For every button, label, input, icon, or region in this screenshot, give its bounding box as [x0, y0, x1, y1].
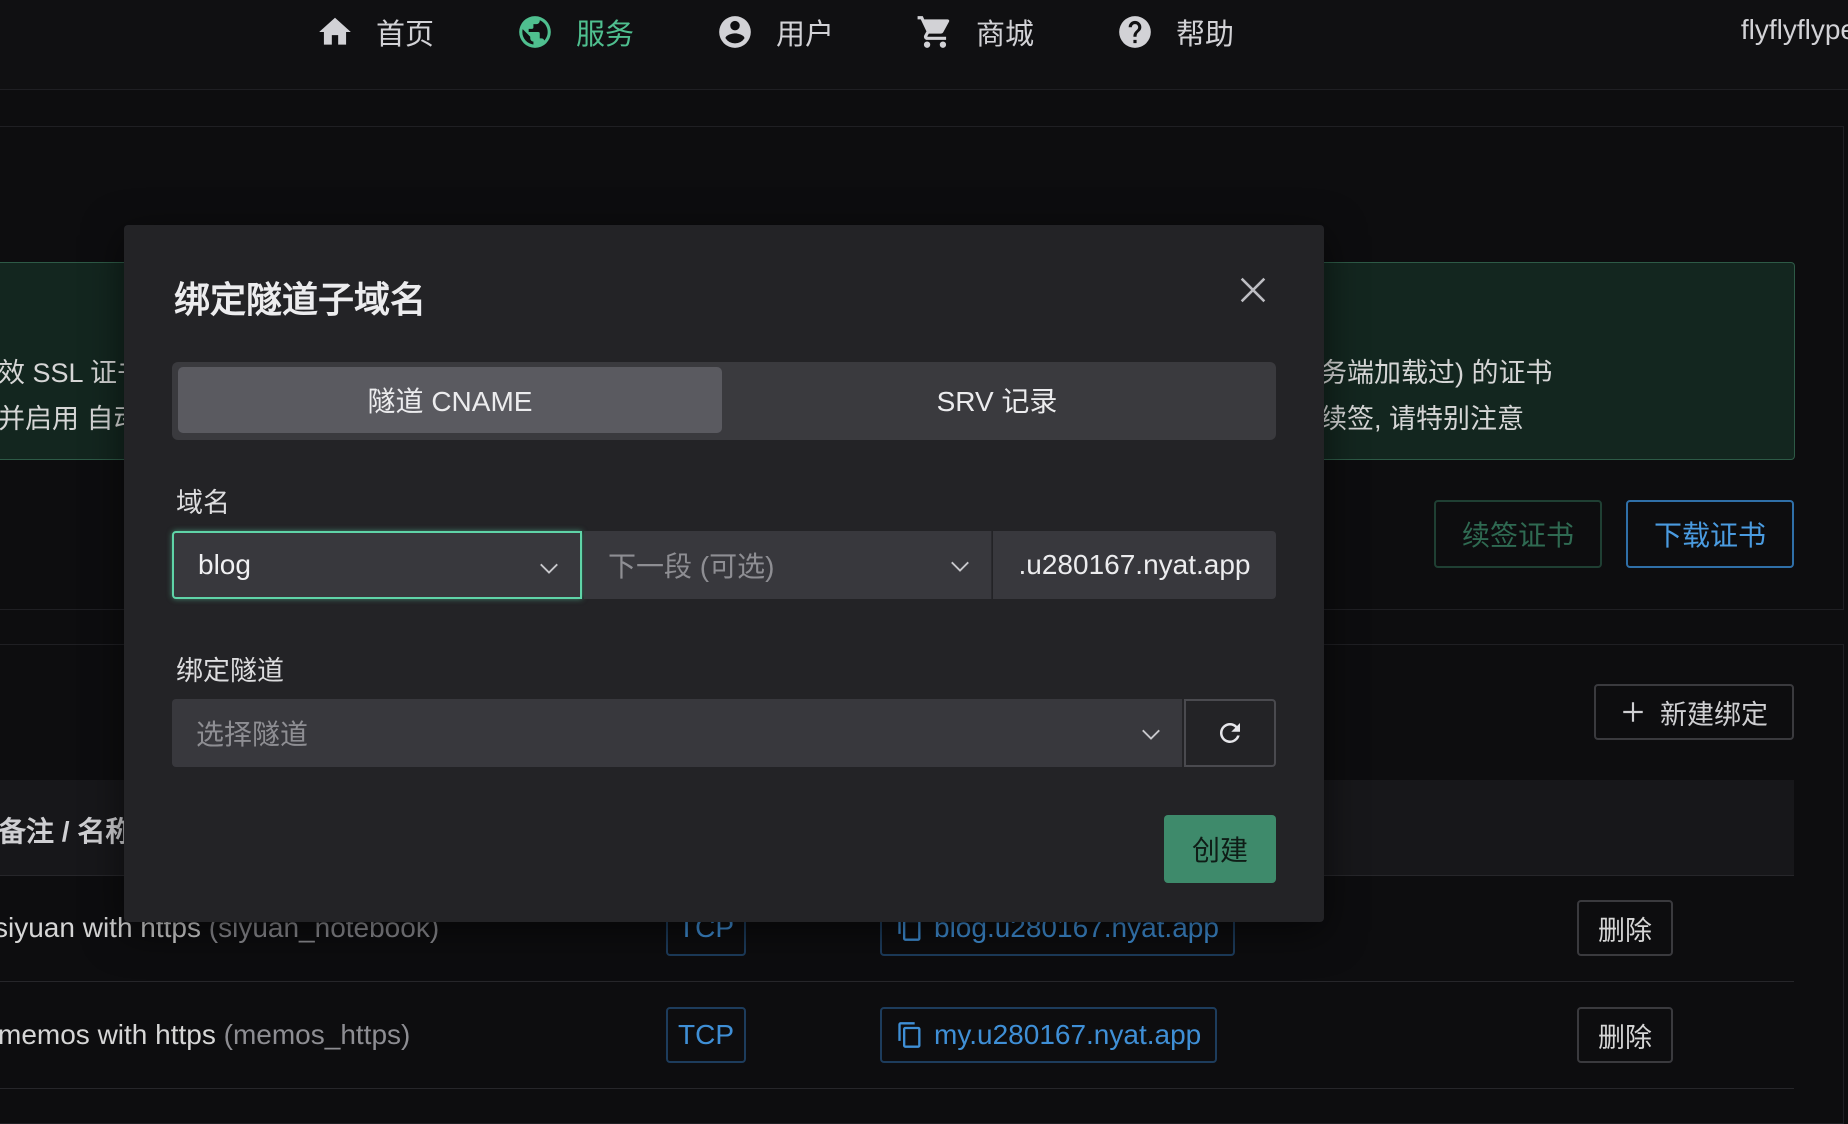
table-row: memos with https (memos_https) TCP my.u2…	[0, 983, 1794, 1089]
chevron-down-icon	[951, 561, 969, 572]
renew-certificate-button[interactable]: 续签证书	[1434, 500, 1602, 568]
tab-srv-record[interactable]: SRV 记录	[724, 367, 1270, 433]
domain-next-segment-select[interactable]: 下一段 (可选)	[584, 531, 992, 599]
new-binding-button[interactable]: 新建绑定	[1594, 684, 1794, 740]
delete-button[interactable]: 删除	[1577, 900, 1673, 956]
tunnel-field-label: 绑定隧道	[176, 656, 284, 686]
row-name: memos with https	[0, 1019, 216, 1050]
row-name-cell: memos with https (memos_https)	[0, 1019, 410, 1051]
nav-item-label: 用户	[776, 19, 835, 51]
nav-item-label: 首页	[376, 19, 435, 51]
record-type-switch: 隧道 CNAME SRV 记录	[172, 362, 1276, 440]
account-circle-icon	[719, 16, 751, 48]
domain-next-segment-placeholder: 下一段 (可选)	[608, 551, 775, 582]
cart-icon	[917, 16, 950, 48]
tab-tunnel-cname[interactable]: 隧道 CNAME	[178, 367, 722, 433]
nav-item-home[interactable]: 首页	[316, 10, 434, 54]
copy-icon	[898, 1022, 921, 1048]
nav-item-services[interactable]: 服务	[516, 10, 634, 54]
new-binding-label: 新建绑定	[1660, 699, 1768, 730]
chevron-down-icon	[1142, 729, 1160, 740]
alert-text-line1-right: 务端加载过) 的证书	[1320, 358, 1553, 388]
help-circle-icon	[1119, 16, 1151, 48]
nav-item-store[interactable]: 商城	[916, 10, 1034, 54]
alert-text-line1-left: 效 SSL 证书	[0, 358, 145, 388]
create-button[interactable]: 创建	[1164, 815, 1276, 883]
domain-text: my.u280167.nyat.app	[934, 1019, 1202, 1050]
tunnel-select-placeholder: 选择隧道	[196, 719, 309, 750]
plus-icon	[1623, 702, 1643, 722]
domain-copy-tag[interactable]: my.u280167.nyat.app	[880, 1007, 1218, 1063]
nav-item-label: 帮助	[1176, 19, 1235, 51]
user-name[interactable]: flyflyflype	[1741, 14, 1848, 46]
nav-item-label: 服务	[576, 19, 635, 51]
domain-first-segment-value: blog	[198, 549, 251, 580]
chevron-down-icon	[540, 563, 558, 574]
alert-text-line2-right: 续签, 请特别注意	[1320, 404, 1525, 434]
domain-first-segment-select[interactable]: blog	[172, 531, 582, 599]
domain-suffix: .u280167.nyat.app	[993, 531, 1276, 599]
bind-subdomain-dialog: 绑定隧道子域名 隧道 CNAME SRV 记录 域名 blog 下一段 (可选)…	[124, 225, 1324, 922]
dialog-title: 绑定隧道子域名	[174, 279, 427, 320]
nav-item-label: 商城	[976, 19, 1035, 51]
domain-field-label: 域名	[176, 488, 230, 518]
close-icon[interactable]	[1236, 273, 1270, 307]
column-header-name: 备注 / 名称	[0, 816, 134, 847]
refresh-tunnels-button[interactable]	[1184, 699, 1276, 767]
nav-item-user[interactable]: 用户	[716, 10, 834, 54]
protocol-tag: TCP	[666, 1007, 746, 1063]
nav-item-help[interactable]: 帮助	[1116, 10, 1234, 54]
row-note: (memos_https)	[223, 1019, 411, 1050]
download-certificate-button[interactable]: 下载证书	[1626, 500, 1794, 568]
refresh-icon	[1219, 723, 1240, 743]
globe-icon	[519, 16, 551, 48]
tunnel-select[interactable]: 选择隧道	[172, 699, 1182, 767]
alert-text-line2-left: 并启用 自动	[0, 404, 141, 434]
top-navigation: 首页 服务 用户 商城 帮助 flyflyflype	[0, 0, 1848, 90]
home-icon	[319, 17, 351, 45]
delete-button[interactable]: 删除	[1577, 1007, 1673, 1063]
